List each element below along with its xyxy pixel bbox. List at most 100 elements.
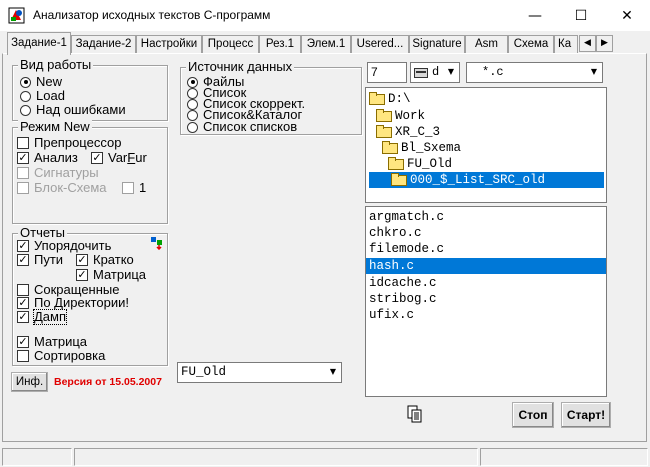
info-button[interactable]: Инф. <box>11 372 48 392</box>
tree-item[interactable]: FU_Old <box>366 156 606 172</box>
check-paths-box[interactable]: ✓ <box>17 254 29 266</box>
radio-errors[interactable]: Над ошибками <box>20 103 126 117</box>
directory-tree[interactable]: D:\ Work XR_C_3 Bl_Sxema FU_Old 000_$_Li… <box>365 87 607 203</box>
chevron-down-icon[interactable]: ▼ <box>326 364 340 381</box>
tab-scheme[interactable]: Схема <box>508 35 554 54</box>
check-sort-label: Сортировка <box>34 348 106 363</box>
radio-load-label: Load <box>36 88 65 103</box>
check-preprocessor-box[interactable] <box>17 137 29 149</box>
check-brief[interactable]: ✓ Кратко <box>76 253 134 267</box>
check-analysis[interactable]: ✓ Анализ <box>17 151 78 165</box>
folder-select[interactable]: FU_Old ▼ <box>177 362 342 383</box>
tab-scroll-left-button[interactable]: ◀ <box>579 35 596 52</box>
check-paths[interactable]: ✓ Пути <box>17 253 63 267</box>
maximize-button[interactable]: ☐ <box>558 0 604 31</box>
check-matrix-sub-label: Матрица <box>93 267 147 282</box>
status-panel <box>480 448 648 466</box>
check-matrix-box[interactable]: ✓ <box>17 336 29 348</box>
radio-list-of-lists-indicator[interactable] <box>187 121 198 133</box>
start-button[interactable]: Старт! <box>561 402 611 428</box>
drive-select[interactable]: d ▼ <box>410 62 460 83</box>
tree-item[interactable]: Work <box>366 108 606 124</box>
file-list[interactable]: argmatch.c chkro.c filemode.c hash.c idc… <box>365 206 607 397</box>
check-abbrev-box[interactable] <box>17 284 29 296</box>
tree-item[interactable]: Bl_Sxema <box>366 140 606 156</box>
check-order-box[interactable]: ✓ <box>17 240 29 252</box>
radio-load-indicator[interactable] <box>20 90 31 102</box>
stop-button[interactable]: Стоп <box>512 402 554 428</box>
check-brief-box[interactable]: ✓ <box>76 254 88 266</box>
radio-new[interactable]: New <box>20 75 62 89</box>
drive-select-value: d <box>432 65 440 79</box>
mask-select[interactable]: *.c ▼ <box>466 62 603 83</box>
check-matrix-label: Матрица <box>34 334 88 349</box>
check-sort[interactable]: Сортировка <box>17 349 105 363</box>
tab-settings[interactable]: Настройки <box>136 35 202 54</box>
chevron-down-icon[interactable]: ▼ <box>587 64 601 81</box>
radio-errors-indicator[interactable] <box>20 104 31 116</box>
check-dump-box[interactable]: ✓ <box>17 311 29 323</box>
check-analysis-box[interactable]: ✓ <box>17 152 29 164</box>
check-order-label: Упорядочить <box>34 238 112 253</box>
check-signatures[interactable]: Сигнатуры <box>17 166 99 180</box>
tab-result-1[interactable]: Рез.1 <box>259 35 301 54</box>
radio-errors-label: Над ошибками <box>36 102 126 117</box>
data-source-title: Источник данных <box>186 59 295 74</box>
check-block-count[interactable]: 1 <box>122 181 146 195</box>
file-list-item[interactable]: argmatch.c <box>366 209 606 225</box>
check-block-count-label: 1 <box>139 180 147 195</box>
file-list-item[interactable]: filemode.c <box>366 241 606 257</box>
check-matrix-sub-box[interactable]: ✓ <box>76 269 88 281</box>
file-list-item[interactable]: idcache.c <box>366 275 606 291</box>
check-block-scheme[interactable]: Блок-Схема <box>17 181 107 195</box>
tab-elements-1[interactable]: Элем.1 <box>301 35 351 54</box>
tree-item-label: Bl_Sxema <box>401 141 462 155</box>
tab-strip: Задание-1 Задание-2 Настройки Процесс Ре… <box>0 32 650 55</box>
tab-zadanie-2[interactable]: Задание-2 <box>71 35 136 54</box>
radio-load[interactable]: Load <box>20 89 65 103</box>
tab-process[interactable]: Процесс <box>202 35 259 54</box>
close-button[interactable]: ✕ <box>604 0 650 31</box>
file-list-item[interactable]: chkro.c <box>366 225 606 241</box>
tree-item[interactable]: D:\ <box>366 91 606 107</box>
check-block-count-box[interactable] <box>122 182 134 194</box>
check-by-dir-box[interactable]: ✓ <box>17 297 29 309</box>
check-dump-label: Дамп <box>32 309 68 325</box>
tab-signature[interactable]: Signature <box>409 35 465 54</box>
tab-ka[interactable]: Ка <box>554 35 578 54</box>
check-order[interactable]: ✓ Упорядочить <box>17 239 111 253</box>
file-list-item[interactable]: ufix.c <box>366 307 606 323</box>
tree-item-selected[interactable]: 000_$_List_SRC_old <box>369 172 604 188</box>
file-list-item[interactable]: stribog.c <box>366 291 606 307</box>
tab-usered[interactable]: Usered... <box>351 35 409 54</box>
check-matrix[interactable]: ✓ Матрица <box>17 335 87 349</box>
count-input[interactable]: 7 <box>367 62 407 83</box>
check-by-dir[interactable]: ✓ По Директории! <box>17 296 129 310</box>
chevron-down-icon[interactable]: ▼ <box>444 64 458 81</box>
check-signatures-box[interactable] <box>17 167 29 179</box>
check-varfur[interactable]: ✓ Var Fur <box>91 151 147 165</box>
check-varfur-label-post: ur <box>135 150 147 165</box>
radio-new-indicator[interactable] <box>20 76 31 88</box>
check-dump[interactable]: ✓ Дамп <box>17 309 68 325</box>
title-bar[interactable]: Анализатор исходных текстов С-программ —… <box>0 0 650 31</box>
check-preprocessor[interactable]: Препроцессор <box>17 136 121 150</box>
check-sort-box[interactable] <box>17 350 29 362</box>
tab-zadanie-1[interactable]: Задание-1 <box>7 32 71 55</box>
radio-list-of-lists-label: Список списков <box>203 119 298 134</box>
file-list-item-selected[interactable]: hash.c <box>366 258 606 274</box>
check-paths-label: Пути <box>34 252 64 267</box>
tree-item[interactable]: XR_C_3 <box>366 124 606 140</box>
tab-asm[interactable]: Asm <box>465 35 508 54</box>
mode-new-group: Режим New Препроцессор ✓ Анализ ✓ Var Fur С… <box>12 120 168 224</box>
copy-documents-icon[interactable] <box>407 405 423 423</box>
check-block-scheme-box[interactable] <box>17 182 29 194</box>
tree-item-label: Work <box>395 109 426 123</box>
check-varfur-box[interactable]: ✓ <box>91 152 103 164</box>
minimize-button[interactable]: — <box>512 0 558 31</box>
sort-order-icon[interactable] <box>150 236 164 250</box>
tab-scroll-right-button[interactable]: ▶ <box>596 35 613 52</box>
radio-list-catalog-indicator[interactable] <box>187 109 198 121</box>
radio-list-of-lists[interactable]: Список списков <box>187 120 297 134</box>
check-matrix-sub[interactable]: ✓ Матрица <box>76 268 146 282</box>
